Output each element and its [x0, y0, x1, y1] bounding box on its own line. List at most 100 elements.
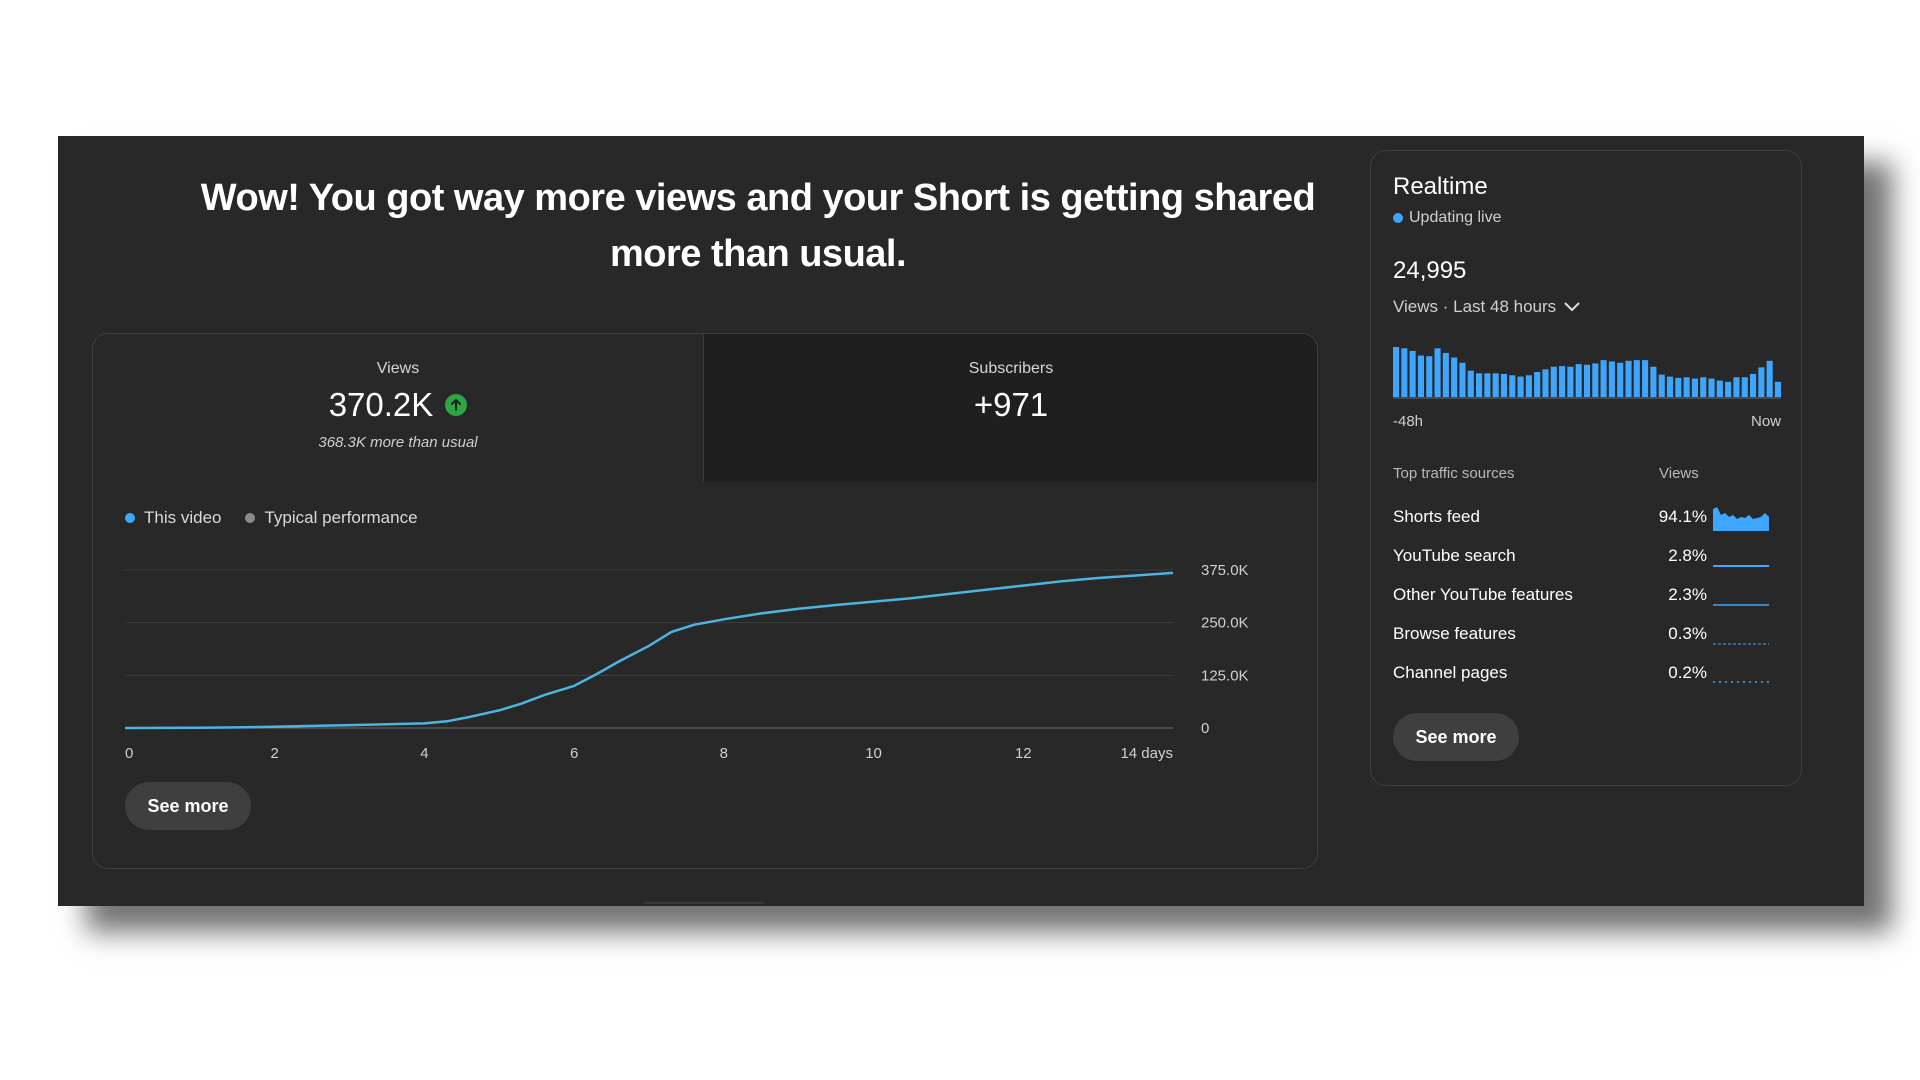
realtime-bar: [1725, 381, 1732, 397]
traffic-source-name: YouTube search: [1393, 546, 1516, 565]
traffic-sparkline: [1713, 681, 1769, 683]
typical-dot-icon: [245, 513, 256, 523]
traffic-sparkline: [1713, 643, 1769, 645]
realtime-bar: [1650, 366, 1657, 397]
realtime-bar: [1642, 360, 1649, 397]
updating-live-indicator: Updating live: [1393, 209, 1502, 227]
traffic-row: Other YouTube features 2.3%: [1393, 581, 1783, 611]
realtime-bar: [1608, 361, 1615, 397]
traffic-row: Browse features 0.3%: [1393, 620, 1783, 650]
x-tick-label: 12: [1015, 745, 1032, 762]
x-tick-label: 2: [271, 745, 279, 762]
views-value: 370.2K: [328, 386, 434, 423]
x-tick-label: 6: [570, 745, 578, 762]
scroll-indicator: [644, 902, 764, 904]
realtime-bar-chart: [1393, 347, 1781, 399]
x-tick-label: 8: [720, 745, 728, 762]
realtime-bar: [1484, 373, 1491, 397]
y-tick-label: 125.0K: [1201, 667, 1249, 684]
analytics-panel: Wow! You got way more views and your Sho…: [58, 136, 1864, 906]
realtime-bar: [1741, 377, 1748, 397]
views-note: 368.3K more than usual: [318, 434, 478, 451]
realtime-bar: [1476, 373, 1483, 397]
traffic-source-pct: 0.2%: [1668, 663, 1707, 682]
realtime-bar: [1592, 363, 1599, 397]
headline: Wow! You got way more views and your Sho…: [200, 177, 1316, 275]
traffic-source-name: Browse features: [1393, 624, 1516, 643]
traffic-row: YouTube search 2.8%: [1393, 542, 1783, 572]
arrow-up-icon: [445, 394, 468, 416]
realtime-bar: [1675, 377, 1682, 397]
traffic-sparkline: [1713, 507, 1769, 531]
realtime-bar: [1393, 347, 1400, 397]
realtime-bar: [1600, 360, 1607, 397]
subscribers-stat-tab[interactable]: Subscribers +971: [703, 334, 1317, 482]
realtime-see-more-button[interactable]: See more: [1393, 713, 1519, 761]
x-tick-label: 0: [125, 745, 133, 762]
views-line-chart: 375.0K 250.0K 125.0K 0 0 2 4 6 8 10 12 14 days: [124, 562, 1249, 762]
traffic-source-pct: 2.8%: [1668, 546, 1707, 565]
realtime-bar: [1716, 380, 1723, 397]
y-tick-label: 250.0K: [1201, 615, 1249, 632]
realtime-bar: [1500, 373, 1508, 397]
realtime-bar: [1442, 352, 1449, 397]
legend-this-video: This video: [125, 508, 221, 528]
realtime-bar: [1700, 377, 1707, 397]
realtime-card: Realtime Updating live 24,995 Views · La…: [1370, 150, 1802, 786]
realtime-bar: [1509, 375, 1516, 397]
traffic-sparkline: [1713, 565, 1769, 567]
traffic-source-name: Other YouTube features: [1393, 585, 1573, 604]
realtime-bar: [1525, 375, 1532, 397]
realtime-bar: [1583, 364, 1591, 397]
realtime-bar: [1625, 360, 1632, 397]
traffic-sparkline: [1713, 604, 1769, 606]
realtime-bar: [1401, 348, 1408, 397]
updating-live-label: Updating live: [1409, 209, 1502, 226]
traffic-views-header: Views: [1659, 465, 1699, 482]
x-tick-label: 14 days: [1120, 745, 1173, 762]
realtime-bar: [1409, 350, 1416, 397]
realtime-bar: [1691, 378, 1698, 397]
legend-typical-label: Typical performance: [264, 508, 418, 527]
subscribers-value: +971: [973, 386, 1049, 423]
traffic-source-pct: 94.1%: [1658, 507, 1707, 526]
realtime-bar: [1542, 369, 1549, 397]
realtime-bar: [1451, 357, 1458, 397]
chart-legend: This video Typical performance: [125, 508, 418, 528]
realtime-bar: [1733, 377, 1740, 397]
realtime-bar: [1758, 367, 1765, 397]
traffic-source-name: Channel pages: [1393, 663, 1508, 682]
realtime-bar: [1426, 356, 1433, 397]
traffic-row: Shorts feed 94.1%: [1393, 503, 1783, 533]
legend-this-video-label: This video: [144, 508, 222, 527]
this-video-dot-icon: [125, 513, 135, 523]
x-tick-label: 10: [865, 745, 882, 762]
views-label: Views: [376, 360, 420, 377]
traffic-source-pct: 0.3%: [1668, 624, 1707, 643]
period-selector[interactable]: Views · Last 48 hours: [1393, 297, 1582, 317]
realtime-title: Realtime: [1393, 173, 1488, 200]
series-line-this-video: [124, 571, 1174, 730]
views-stat-tab[interactable]: Views 370.2K 368.3K more than usual: [93, 334, 703, 482]
realtime-axis-start: -48h: [1393, 413, 1424, 430]
traffic-source-name: Shorts feed: [1393, 507, 1480, 526]
realtime-bar: [1517, 376, 1524, 397]
realtime-bar: [1550, 366, 1557, 397]
realtime-bar: [1749, 373, 1757, 397]
realtime-bar: [1617, 362, 1624, 397]
see-more-button[interactable]: See more: [125, 782, 251, 830]
realtime-bar: [1492, 373, 1499, 397]
realtime-bar: [1534, 372, 1541, 397]
y-tick-label: 0: [1201, 720, 1209, 737]
y-tick-label: 375.0K: [1201, 562, 1249, 579]
realtime-bar: [1666, 376, 1674, 397]
x-tick-label: 4: [420, 745, 428, 762]
realtime-bar: [1575, 364, 1582, 397]
realtime-bar: [1708, 378, 1715, 397]
traffic-source-header: Top traffic sources: [1393, 465, 1515, 482]
realtime-bar: [1559, 366, 1566, 397]
realtime-bar: [1766, 360, 1773, 397]
subscribers-label: Subscribers: [968, 360, 1054, 377]
legend-typical: Typical performance: [245, 508, 418, 528]
realtime-bar: [1774, 381, 1781, 397]
